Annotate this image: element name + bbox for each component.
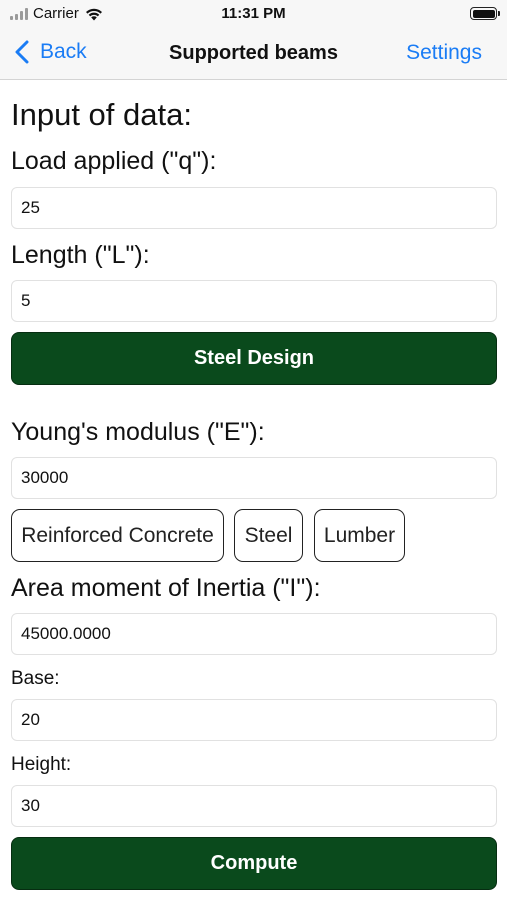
compute-button[interactable]: Compute xyxy=(11,837,497,890)
back-button[interactable]: Back xyxy=(14,40,87,64)
inertia-input[interactable]: 45000.0000 xyxy=(11,613,497,655)
height-input[interactable]: 30 xyxy=(11,785,497,827)
steel-design-button[interactable]: Steel Design xyxy=(11,332,497,385)
status-time: 11:31 PM xyxy=(221,5,286,22)
length-label: Length ("L"): xyxy=(11,241,150,269)
load-label: Load applied ("q"): xyxy=(11,147,217,175)
navigation-bar: Back Supported beams Settings xyxy=(0,28,507,80)
battery-icon xyxy=(470,7,500,20)
lumber-button[interactable]: Lumber xyxy=(314,509,405,562)
settings-button[interactable]: Settings xyxy=(406,41,482,65)
reinforced-concrete-button[interactable]: Reinforced Concrete xyxy=(11,509,224,562)
load-input[interactable]: 25 xyxy=(11,187,497,229)
back-label: Back xyxy=(40,40,87,63)
base-label: Base: xyxy=(11,668,60,689)
length-input[interactable]: 5 xyxy=(11,280,497,322)
chevron-left-icon xyxy=(15,40,29,64)
youngs-modulus-label: Young's modulus ("E"): xyxy=(11,418,265,446)
youngs-modulus-input[interactable]: 30000 xyxy=(11,457,497,499)
steel-button[interactable]: Steel xyxy=(234,509,303,562)
section-heading: Input of data: xyxy=(11,97,192,132)
base-input[interactable]: 20 xyxy=(11,699,497,741)
inertia-label: Area moment of Inertia ("I"): xyxy=(11,574,321,602)
status-bar: Carrier 11:31 PM xyxy=(0,0,507,28)
height-label: Height: xyxy=(11,754,72,775)
